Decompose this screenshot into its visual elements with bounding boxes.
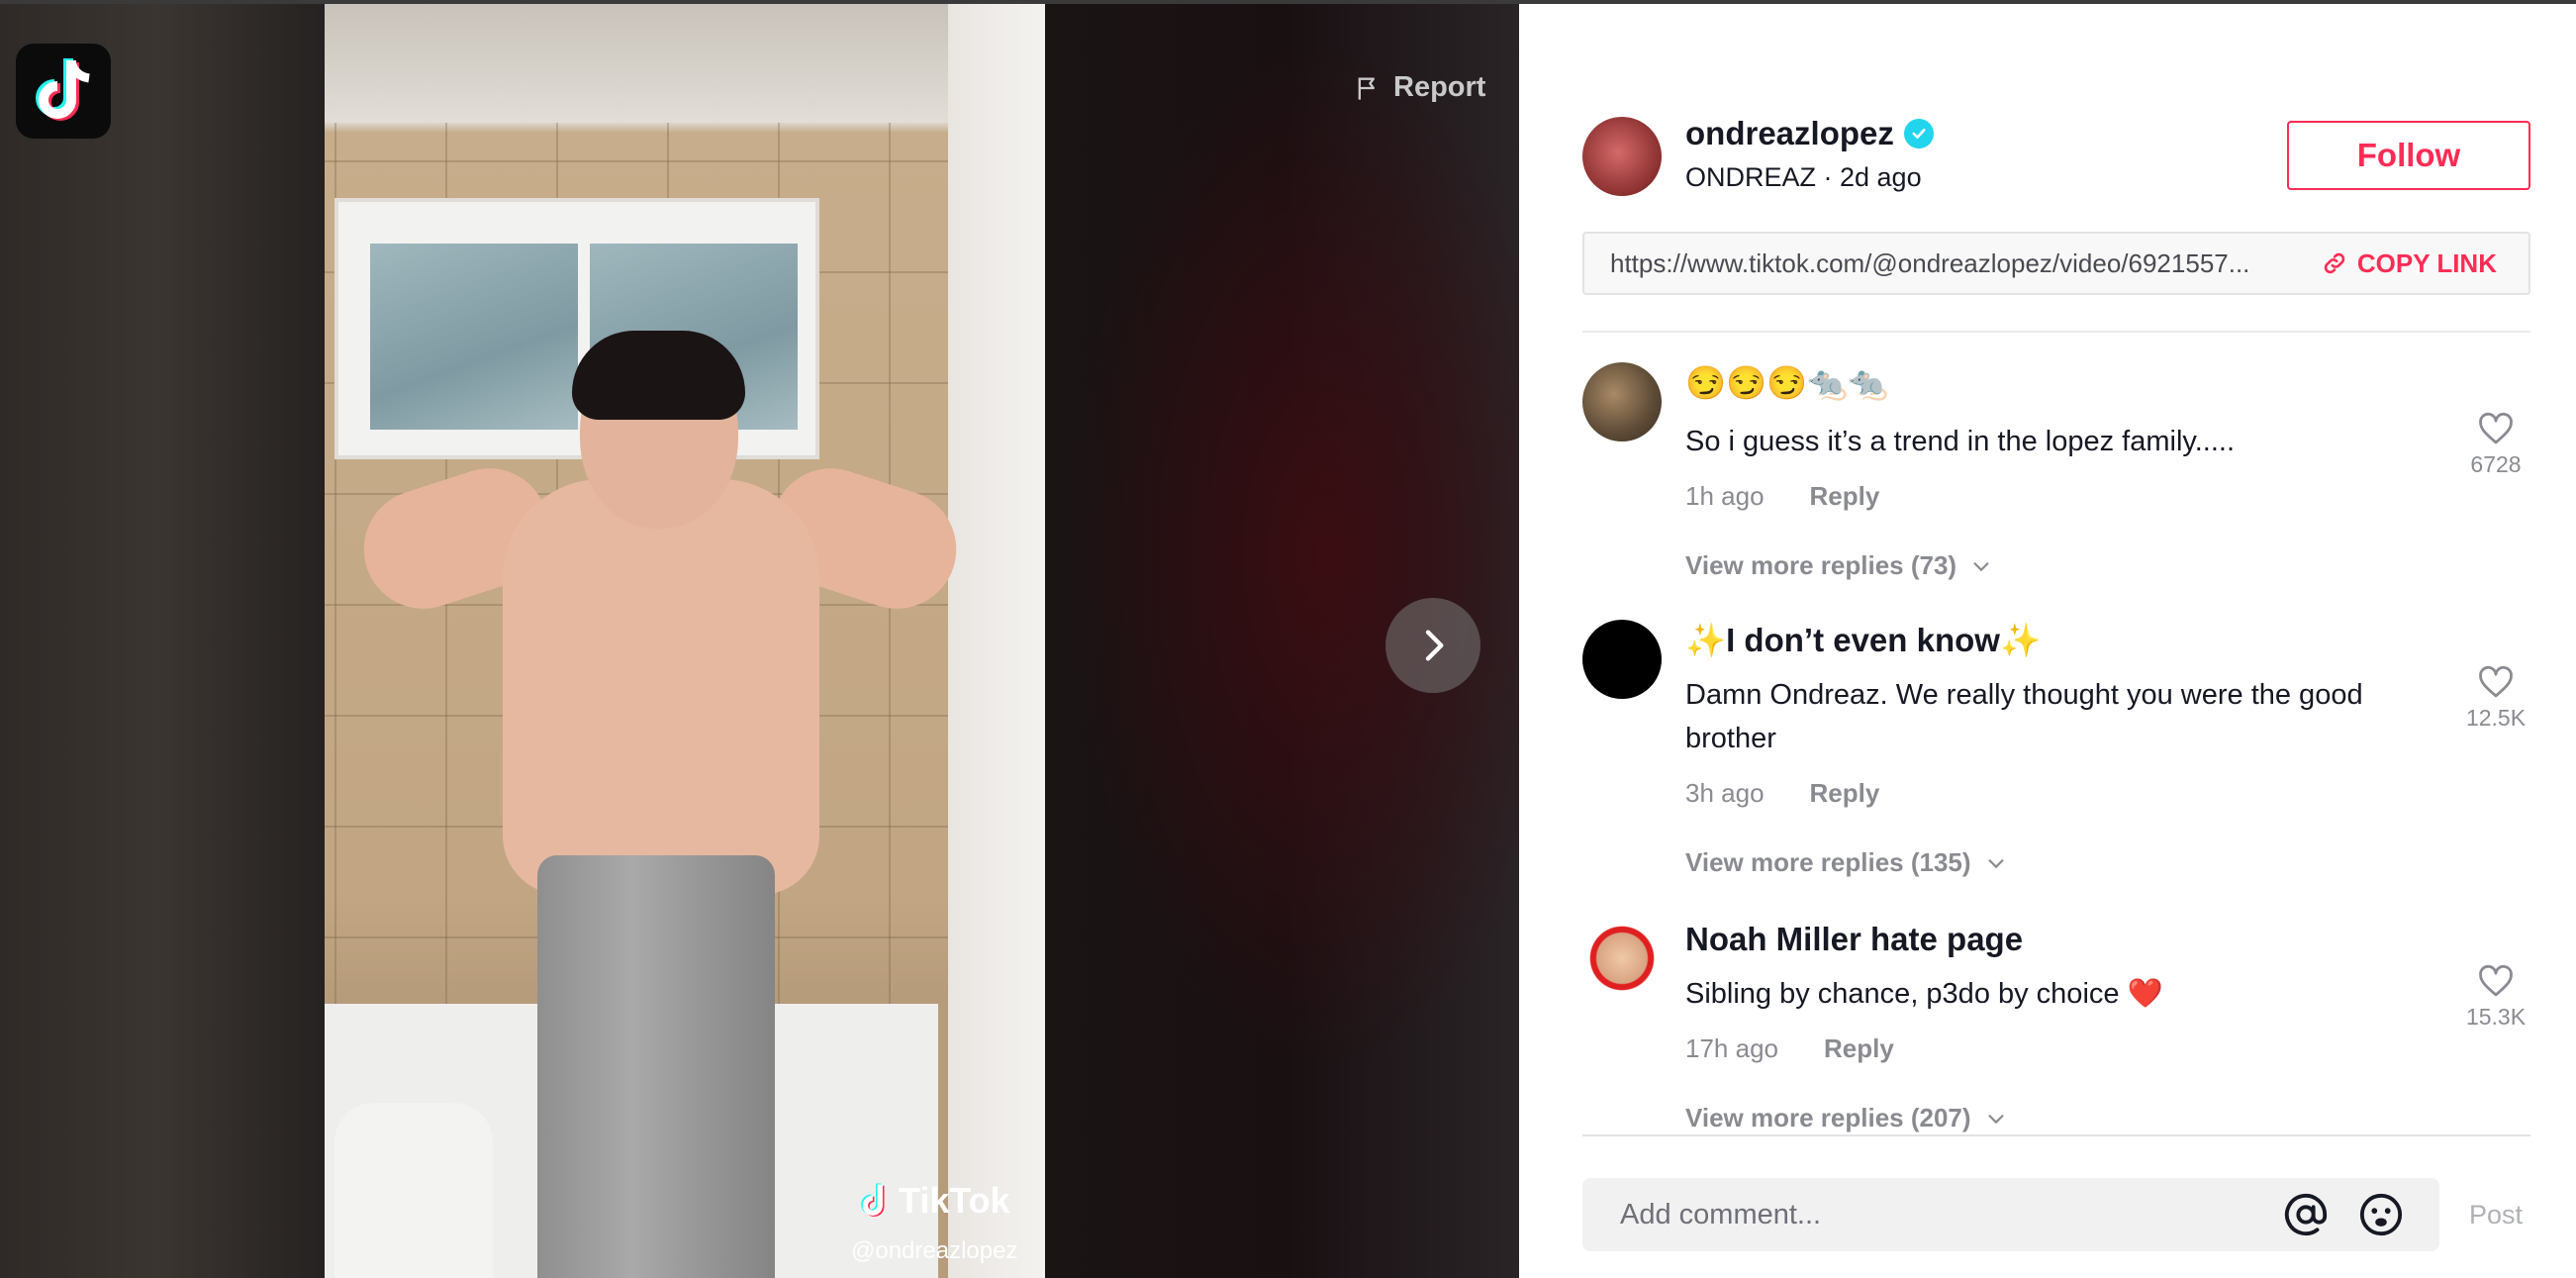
comment-item: 😏😏😏🐀🐀 So i guess it’s a trend in the lop… xyxy=(1582,362,2530,590)
window-top-border xyxy=(0,0,2576,4)
add-comment-input[interactable] xyxy=(1618,1197,2283,1232)
reply-button[interactable]: Reply xyxy=(1824,1033,1894,1064)
video-scene-ceiling xyxy=(325,4,1045,123)
view-more-replies[interactable]: View more replies (73) xyxy=(1685,550,1992,581)
watermark-handle: @ondreazlopez xyxy=(851,1237,1018,1264)
comment-text: So i guess it’s a trend in the lopez fam… xyxy=(1685,426,2236,457)
comments-panel: ondreazlopez ONDREAZ · 2d ago Follow htt… xyxy=(1519,0,2576,1278)
comment-like[interactable]: 12.5K xyxy=(2461,665,2530,732)
video-scene-wall xyxy=(948,4,1045,1278)
chevron-right-icon xyxy=(1425,630,1444,661)
commenter-username[interactable]: 😏😏😏🐀🐀 xyxy=(1685,364,1888,403)
report-label: Report xyxy=(1393,71,1486,103)
like-count: 12.5K xyxy=(2465,705,2527,731)
video-scene-window-pane xyxy=(370,244,578,430)
video-scene-person-hair xyxy=(572,331,745,420)
commenter-avatar[interactable] xyxy=(1582,620,1662,699)
comment-meta: 1h ago Reply xyxy=(1685,481,1879,512)
chevron-down-icon xyxy=(1988,858,2004,868)
mention-icon[interactable] xyxy=(2283,1192,2329,1237)
comment-composer xyxy=(1582,1178,2439,1251)
share-url[interactable]: https://www.tiktok.com/@ondreazlopez/vid… xyxy=(1584,248,2302,279)
divider xyxy=(1582,331,2530,333)
verified-badge-icon xyxy=(1903,119,1934,148)
video-scene-window xyxy=(334,198,819,459)
like-count: 15.3K xyxy=(2465,1004,2527,1030)
video-scene-toilet xyxy=(334,1103,493,1278)
like-count: 6728 xyxy=(2470,451,2522,477)
flag-icon xyxy=(1358,77,1375,100)
video-scene-towel xyxy=(537,855,775,1278)
follow-button[interactable]: Follow xyxy=(2287,121,2530,190)
comment-time: 1h ago xyxy=(1685,481,1765,511)
author-nickname-date: ONDREAZ · 2d ago xyxy=(1685,162,1922,192)
commenter-username[interactable]: Noah Miller hate page xyxy=(1685,921,2023,958)
view-more-label: View more replies (135) xyxy=(1685,847,1971,877)
comment-meta: 3h ago Reply xyxy=(1685,778,1879,809)
chevron-down-icon xyxy=(1988,1114,2004,1124)
view-more-label: View more replies (73) xyxy=(1685,550,1957,580)
author-username-row[interactable]: ondreazlopez xyxy=(1685,115,1934,152)
comment-time: 17h ago xyxy=(1685,1033,1778,1063)
watermark-label: TikTok xyxy=(899,1180,1010,1221)
video-watermark: TikTok xyxy=(859,1180,1010,1222)
tiktok-logo-icon[interactable] xyxy=(16,44,111,139)
video-player-area: TikTok @ondreazlopez Report xyxy=(0,0,1519,1278)
heart-icon[interactable] xyxy=(2477,665,2515,699)
author-username[interactable]: ondreazlopez xyxy=(1685,115,1894,152)
video-frame[interactable]: TikTok @ondreazlopez xyxy=(325,4,1045,1278)
emoji-icon[interactable] xyxy=(2358,1192,2404,1237)
commenter-username[interactable]: ✨I don’t even know✨ xyxy=(1685,622,2041,660)
post-button[interactable]: Post xyxy=(2469,1200,2523,1230)
link-icon xyxy=(2324,252,2345,274)
tiktok-watermark-icon xyxy=(861,1183,885,1217)
comment-text: Damn Ondreaz. We really thought you were… xyxy=(1685,679,2363,754)
comment-like[interactable]: 15.3K xyxy=(2461,964,2530,1031)
view-more-replies[interactable]: View more replies (135) xyxy=(1685,847,2007,878)
reply-button[interactable]: Reply xyxy=(1810,481,1880,512)
copy-link-label: COPY LINK xyxy=(2356,247,2497,278)
commenter-avatar[interactable] xyxy=(1582,919,1662,998)
divider xyxy=(1582,1134,2530,1136)
heart-icon[interactable] xyxy=(2477,964,2515,998)
view-more-replies[interactable]: View more replies (207) xyxy=(1685,1103,2007,1132)
comment-text: Sibling by chance, p3do by choice ❤️ xyxy=(1685,978,2163,1010)
next-video-button[interactable] xyxy=(1385,598,1480,693)
share-link-box: https://www.tiktok.com/@ondreazlopez/vid… xyxy=(1582,232,2530,295)
video-scene-person-torso xyxy=(503,479,819,895)
heart-icon[interactable] xyxy=(2477,412,2515,445)
author-avatar[interactable] xyxy=(1582,117,1662,196)
comment-time: 3h ago xyxy=(1685,778,1765,808)
copy-link-button[interactable]: COPY LINK xyxy=(2302,248,2528,279)
view-more-label: View more replies (207) xyxy=(1685,1103,1971,1132)
commenter-avatar[interactable] xyxy=(1582,362,1662,442)
reply-button[interactable]: Reply xyxy=(1810,778,1880,809)
chevron-down-icon xyxy=(1973,561,1989,571)
comment-item: Noah Miller hate page Sibling by chance,… xyxy=(1582,919,2530,1132)
comment-item: ✨I don’t even know✨ Damn Ondreaz. We rea… xyxy=(1582,620,2530,887)
comment-like[interactable]: 6728 xyxy=(2461,412,2530,478)
report-button[interactable]: Report xyxy=(1354,71,1485,104)
comment-meta: 17h ago Reply xyxy=(1685,1033,1894,1064)
